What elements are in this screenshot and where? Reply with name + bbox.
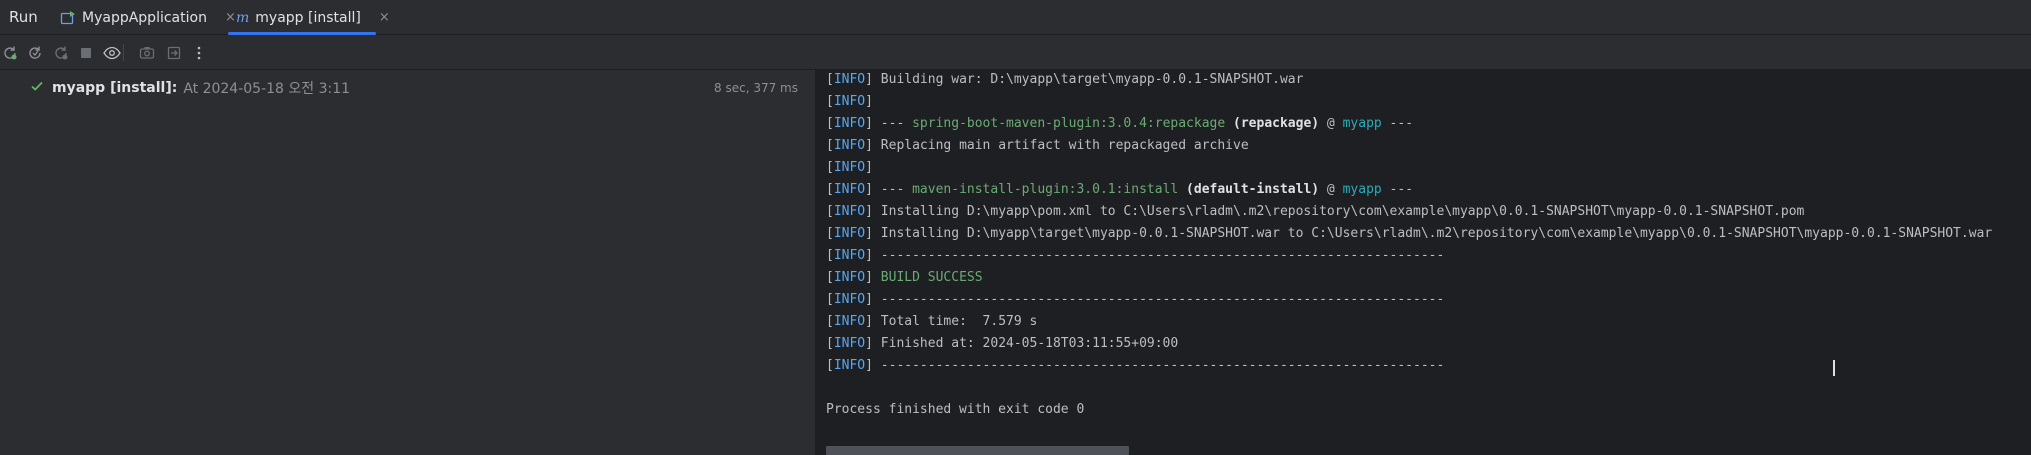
rerun-failed-icon[interactable] (26, 44, 44, 62)
log-level-tag: INFO (833, 116, 866, 131)
tab-myapp-application[interactable]: MyappApplication × (60, 0, 236, 35)
log-level-tag: INFO (833, 72, 866, 87)
log-level-tag: INFO (833, 182, 866, 197)
console-text: --- (880, 116, 913, 131)
console-line: [INFO] Finished at: 2024-05-18T03:11:55+… (826, 336, 1179, 351)
log-level-tag: INFO (833, 292, 866, 307)
log-level-tag: INFO (833, 160, 866, 175)
log-level-tag: INFO (833, 336, 866, 351)
build-item-name: myapp [install]: (52, 80, 178, 96)
console-line: [INFO] (826, 94, 881, 109)
log-level-tag: INFO (833, 314, 866, 329)
log-level-tag: INFO (833, 94, 866, 109)
tab-myapp-install[interactable]: m myapp [install] × (236, 0, 390, 35)
horizontal-scrollbar[interactable] (826, 446, 1129, 455)
build-item-timestamp: At 2024-05-18 오전 3:11 (183, 81, 351, 97)
console-text: Replacing main artifact with repackaged … (880, 138, 1249, 153)
console-line: [INFO] Installing D:\myapp\pom.xml to C:… (826, 204, 1805, 219)
log-level-tag: INFO (833, 270, 866, 285)
log-level-tag: INFO (833, 248, 866, 263)
console-text: --- (1381, 116, 1414, 131)
console-text: Finished at: 2024-05-18T03:11:55+09:00 (880, 336, 1179, 351)
run-toolbar (0, 35, 2031, 70)
console-line: [INFO] ---------------------------------… (826, 248, 1445, 263)
console-line: [INFO] BUILD SUCCESS (826, 270, 983, 285)
console-text: Total time: 7.579 s (880, 314, 1038, 329)
console-output[interactable]: [INFO] Building war: D:\myapp\target\mya… (816, 70, 2031, 455)
console-text: ----------------------------------------… (880, 358, 1445, 373)
console-text: Process finished with exit code 0 (826, 402, 1085, 417)
console-line: [INFO] --- spring-boot-maven-plugin:3.0.… (826, 116, 1414, 131)
console-text: @ (1319, 116, 1343, 131)
rerun-modified-icon[interactable] (52, 44, 70, 62)
console-text: myapp (1342, 116, 1382, 131)
console-text: (default-install) (1186, 182, 1320, 197)
stop-icon[interactable] (77, 44, 95, 62)
build-item-duration: 8 sec, 377 ms (714, 81, 798, 95)
console-line: [INFO] Installing D:\myapp\target\myapp-… (826, 226, 1993, 241)
build-tree-panel: myapp [install]: At 2024-05-18 오전 3:11 8… (0, 70, 815, 455)
console-text: spring-boot-maven-plugin:3.0.4:repackage (912, 116, 1226, 131)
tab-label: MyappApplication (82, 9, 207, 26)
console-text: myapp (1342, 182, 1382, 197)
console-line: [INFO] (826, 160, 881, 175)
console-text: ----------------------------------------… (880, 292, 1445, 307)
log-level-tag: INFO (833, 358, 866, 373)
build-tree-item[interactable]: myapp [install]: At 2024-05-18 오전 3:11 8… (30, 78, 805, 98)
console-text: (repackage) (1233, 116, 1320, 131)
tab-label: myapp [install] (255, 9, 361, 26)
console-line: [INFO] ---------------------------------… (826, 358, 1445, 373)
console-line: [INFO] --- maven-install-plugin:3.0.1:in… (826, 182, 1414, 197)
console-text: --- (880, 182, 913, 197)
text-cursor (1833, 360, 1835, 376)
console-text: Installing D:\myapp\pom.xml to C:\Users\… (880, 204, 1805, 219)
console-text: --- (1381, 182, 1414, 197)
close-icon[interactable]: × (225, 10, 236, 25)
tool-window-title: Run (9, 8, 38, 26)
maven-icon: m (236, 9, 250, 26)
console-text: BUILD SUCCESS (880, 270, 983, 285)
log-level-tag: INFO (833, 204, 866, 219)
log-level-tag: INFO (833, 226, 866, 241)
toolbar-separator (123, 44, 124, 61)
export-icon[interactable] (165, 44, 183, 62)
check-icon (30, 79, 44, 97)
console-line: [INFO] Total time: 7.579 s (826, 314, 1038, 329)
console-text: ----------------------------------------… (880, 248, 1445, 263)
console-line: [INFO] Building war: D:\myapp\target\mya… (826, 72, 1304, 87)
console-line: [INFO] ---------------------------------… (826, 292, 1445, 307)
screenshot-icon[interactable] (138, 44, 156, 62)
run-config-icon (60, 10, 76, 26)
console-text: maven-install-plugin:3.0.1:install (912, 182, 1179, 197)
console-text: Installing D:\myapp\target\myapp-0.0.1-S… (880, 226, 1993, 241)
console-text: @ (1319, 182, 1343, 197)
run-tool-window-header: Run MyappApplication × m myapp [install]… (0, 0, 2031, 35)
rerun-icon[interactable] (1, 44, 19, 62)
show-output-icon[interactable] (103, 44, 121, 62)
console-line: [INFO] Replacing main artifact with repa… (826, 138, 1249, 153)
close-icon[interactable]: × (379, 10, 390, 25)
console-text: Building war: D:\myapp\target\myapp-0.0.… (880, 72, 1304, 87)
log-level-tag: INFO (833, 138, 866, 153)
more-icon[interactable] (190, 44, 208, 62)
console-line: Process finished with exit code 0 (826, 400, 1084, 420)
